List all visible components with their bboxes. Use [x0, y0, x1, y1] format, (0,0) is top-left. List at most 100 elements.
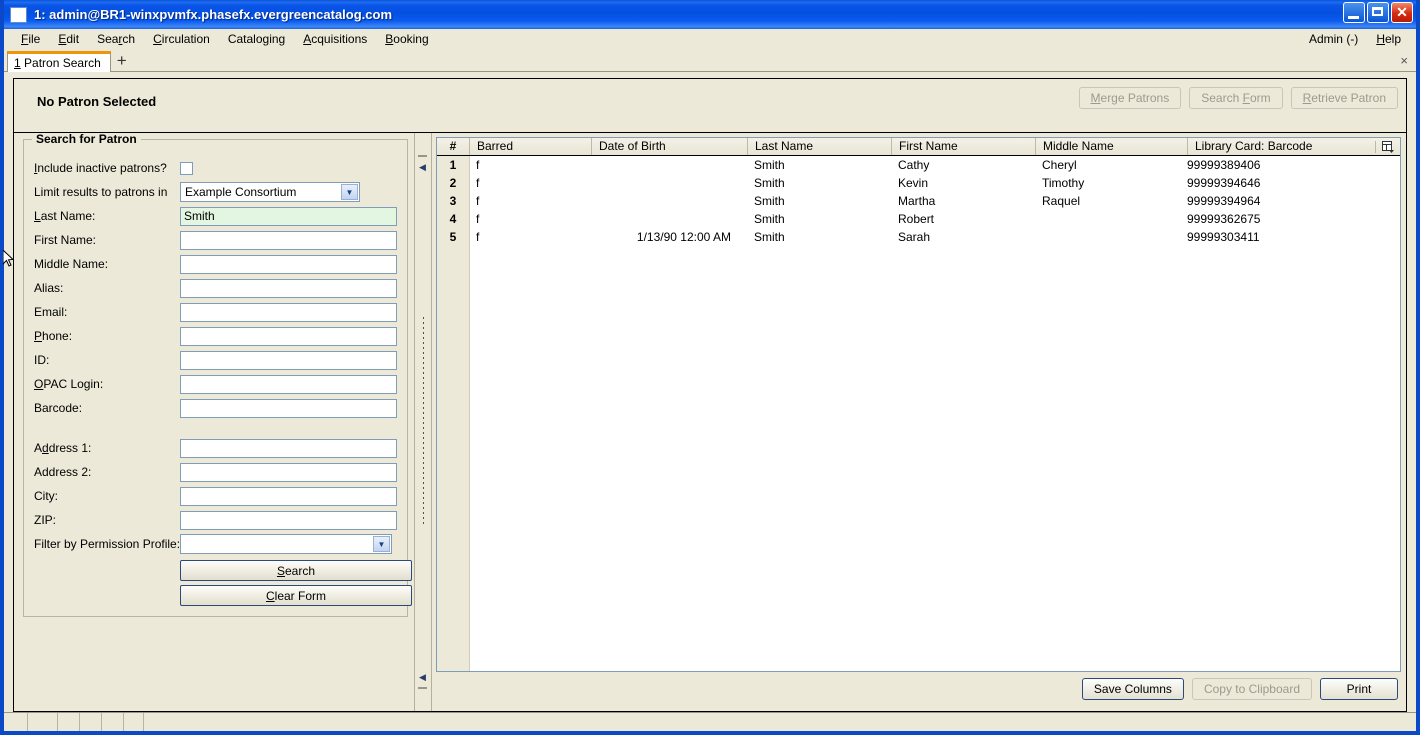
menu-edit[interactable]: Edit — [49, 31, 88, 47]
cell-index: 2 — [437, 174, 469, 192]
cell-last-name: Smith — [754, 212, 785, 226]
address2-input[interactable] — [180, 462, 397, 482]
column-header-middle-name[interactable]: Middle Name — [1035, 138, 1187, 155]
table-row[interactable]: 2 f Smith Kevin Timothy 99999394646 — [437, 174, 1400, 192]
cell-first-name: Sarah — [898, 230, 931, 244]
form-spacer — [34, 420, 397, 436]
menu-help[interactable]: Help — [1367, 31, 1410, 47]
alias-label: Alias: — [34, 281, 64, 295]
row-limit-results: Limit results to patrons in Example Cons… — [34, 180, 397, 204]
close-button[interactable] — [1391, 2, 1413, 23]
menu-acquisitions[interactable]: Acquisitions — [294, 31, 376, 47]
application-window: 1: admin@BR1-winxpvmfx.phasefx.evergreen… — [0, 0, 1420, 735]
new-tab-button[interactable]: + — [111, 50, 133, 71]
title-bar: 1: admin@BR1-winxpvmfx.phasefx.evergreen… — [4, 0, 1416, 29]
menu-cataloging[interactable]: Cataloging — [219, 31, 294, 47]
status-segment — [58, 713, 80, 731]
search-button[interactable]: Search — [180, 560, 412, 581]
status-segment — [124, 713, 144, 731]
collapse-left-icon-bottom[interactable]: ◀ — [419, 673, 427, 682]
alias-input[interactable] — [180, 278, 397, 298]
status-segment — [144, 713, 1416, 731]
permission-profile-select[interactable]: ▼ — [180, 534, 392, 554]
results-table-body: 1 f Smith Cathy Cheryl 99999389406 2 f S… — [437, 156, 1400, 671]
search-form-button[interactable]: Search Form — [1189, 87, 1283, 109]
splitter-tick-top — [418, 155, 427, 157]
table-row[interactable]: 4 f Smith Robert 99999362675 — [437, 210, 1400, 228]
cell-first-name: Kevin — [898, 176, 929, 190]
middle-name-input[interactable] — [180, 254, 397, 274]
chevron-down-icon: ▼ — [341, 184, 358, 200]
phone-input[interactable] — [180, 326, 397, 346]
opac-login-label: OPAC Login: — [34, 377, 104, 391]
cell-middle-name: Raquel — [1042, 194, 1081, 208]
email-label: Email: — [34, 305, 68, 319]
include-inactive-checkbox[interactable] — [180, 161, 193, 175]
patron-action-buttons: Merge Patrons Search Form Retrieve Patro… — [1078, 87, 1398, 109]
cell-last-name: Smith — [754, 194, 785, 208]
cell-barcode: 99999303411 — [1187, 230, 1260, 244]
phone-label: Phone: — [34, 329, 73, 343]
row-zip: ZIP: — [34, 508, 397, 532]
cell-middle-name: Timothy — [1042, 176, 1085, 190]
content-area: No Patron Selected Merge Patrons Search … — [4, 72, 1416, 712]
zip-label: ZIP: — [34, 513, 57, 527]
opac-login-input[interactable] — [180, 374, 397, 394]
retrieve-patron-button[interactable]: Retrieve Patron — [1290, 87, 1398, 109]
city-input[interactable] — [180, 486, 397, 506]
cell-index: 5 — [437, 228, 469, 246]
results-table: # Barred Date of Birth Last Name First N… — [436, 137, 1401, 672]
column-header-last-name[interactable]: Last Name — [747, 138, 891, 155]
maximize-button[interactable] — [1367, 2, 1389, 23]
first-name-input[interactable] — [180, 230, 397, 250]
limit-results-value: Example Consortium — [185, 185, 297, 199]
search-group-legend: Search for Patron — [32, 133, 141, 146]
id-input[interactable] — [180, 350, 397, 370]
pane-splitter[interactable]: ◀ ◀ — [414, 133, 432, 711]
main-splitter-container: Search for Patron Include inactive patro… — [13, 132, 1407, 712]
barcode-input[interactable] — [180, 398, 397, 418]
last-name-input[interactable] — [180, 206, 397, 226]
row-permission-profile: Filter by Permission Profile: ▼ — [34, 532, 397, 556]
table-row[interactable]: 3 f Smith Martha Raquel 99999394964 — [437, 192, 1400, 210]
merge-patrons-button[interactable]: Merge Patrons — [1078, 87, 1182, 109]
email-input[interactable] — [180, 302, 397, 322]
minimize-button[interactable] — [1343, 2, 1365, 23]
menu-admin[interactable]: Admin (-) — [1300, 31, 1367, 47]
row-address1: Address 1: — [34, 436, 397, 460]
permission-profile-label: Filter by Permission Profile: — [34, 537, 181, 551]
column-header-first-name[interactable]: First Name — [891, 138, 1035, 155]
splitter-tick-bottom — [418, 687, 427, 689]
collapse-left-icon[interactable]: ◀ — [419, 163, 427, 172]
menu-circulation[interactable]: Circulation — [144, 31, 219, 47]
clear-form-button[interactable]: Clear Form — [180, 585, 412, 606]
window-title: 1: admin@BR1-winxpvmfx.phasefx.evergreen… — [34, 7, 393, 22]
address1-input[interactable] — [180, 438, 397, 458]
column-header-barred[interactable]: Barred — [469, 138, 591, 155]
zip-input[interactable] — [180, 510, 397, 530]
column-header-index[interactable]: # — [437, 138, 469, 155]
table-row[interactable]: 1 f Smith Cathy Cheryl 99999389406 — [437, 156, 1400, 174]
address2-label: Address 2: — [34, 465, 92, 479]
tab-patron-search[interactable]: 1 Patron Search — [7, 51, 111, 72]
copy-to-clipboard-button[interactable]: Copy to Clipboard — [1191, 678, 1312, 700]
patron-status-label: No Patron Selected — [37, 94, 157, 109]
close-tab-icon[interactable]: × — [1400, 53, 1408, 68]
row-first-name: First Name: — [34, 228, 397, 252]
cell-last-name: Smith — [754, 230, 785, 244]
table-row[interactable]: 5 f 1/13/90 12:00 AM Smith Sarah 9999930… — [437, 228, 1400, 246]
menu-search[interactable]: Search — [88, 31, 144, 47]
column-header-dob[interactable]: Date of Birth — [591, 138, 747, 155]
limit-results-label: Limit results to patrons in — [34, 185, 168, 199]
menu-booking[interactable]: Booking — [376, 31, 437, 47]
search-for-patron-group: Search for Patron Include inactive patro… — [23, 133, 412, 617]
row-opac-login: OPAC Login: — [34, 372, 397, 396]
cell-barcode: 99999394964 — [1187, 194, 1261, 208]
caption-buttons — [1343, 2, 1413, 23]
save-columns-button[interactable]: Save Columns — [1081, 678, 1184, 700]
limit-results-select[interactable]: Example Consortium ▼ — [180, 182, 360, 202]
menu-file[interactable]: File — [12, 31, 49, 47]
print-button[interactable]: Print — [1320, 678, 1398, 700]
column-header-barcode[interactable]: Library Card: Barcode — [1187, 138, 1375, 155]
column-picker-icon[interactable] — [1375, 140, 1400, 153]
